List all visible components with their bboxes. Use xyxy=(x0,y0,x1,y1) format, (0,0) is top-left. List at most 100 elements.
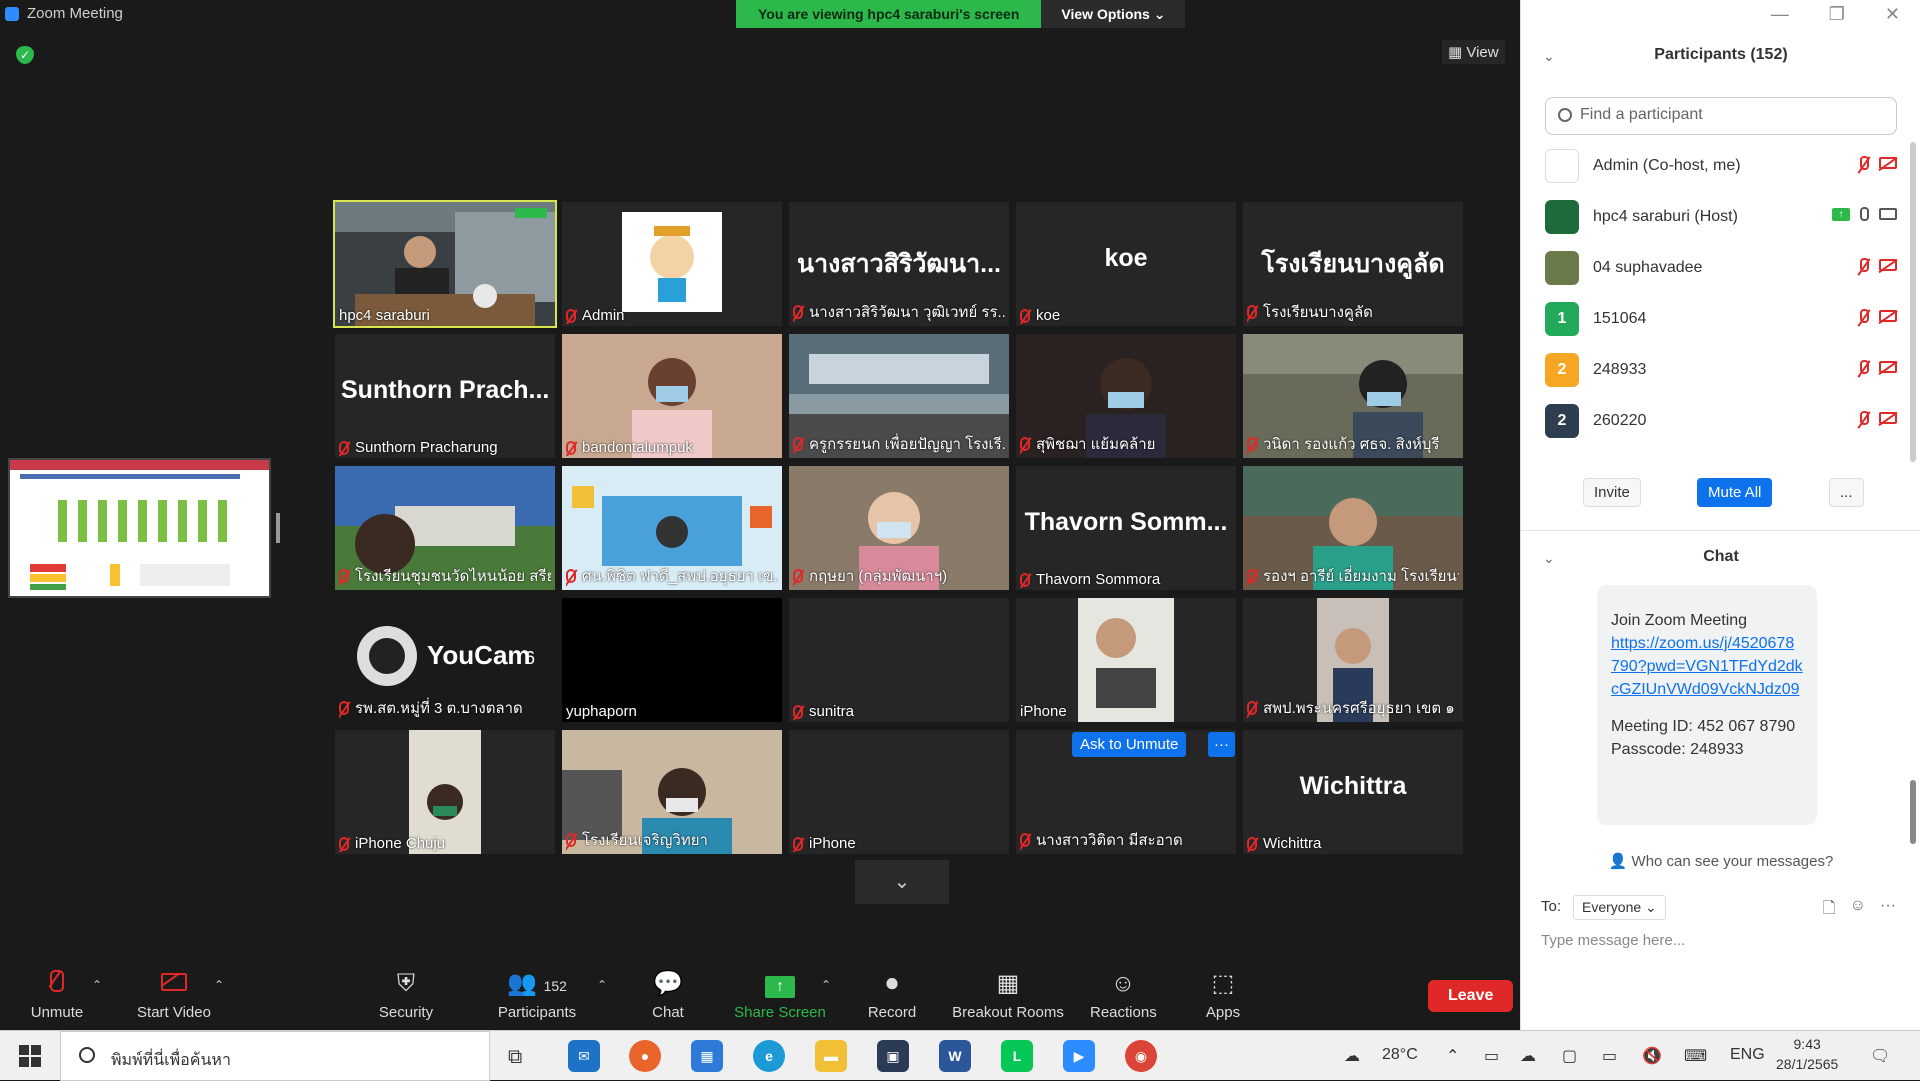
participants-button[interactable]: 👥 152 Participants xyxy=(496,970,578,1021)
tray-overflow-chevron-icon[interactable]: ⌃ xyxy=(1446,1046,1459,1066)
who-can-see-link[interactable]: 👤 Who can see your messages? xyxy=(1521,852,1920,870)
reactions-button[interactable]: ☺ Reactions xyxy=(1090,970,1157,1021)
store-app-icon[interactable]: ▦ xyxy=(691,1040,723,1072)
participant-video-tile[interactable]: iPhone xyxy=(1016,598,1236,722)
participant-video-tile[interactable]: YouCam 6 รพ.สต.หมู่ที่ 3 ต.บางตลาด xyxy=(335,598,555,722)
chrome-app-icon[interactable]: ◉ xyxy=(1125,1040,1157,1072)
participant-row[interactable]: 04 suphavadee xyxy=(1545,242,1897,293)
video-off-icon[interactable] xyxy=(1879,259,1897,271)
more-icon[interactable]: ··· xyxy=(1880,897,1896,924)
participant-row[interactable]: Admin (Co-host, me) xyxy=(1545,140,1897,191)
meeting-link[interactable]: https://zoom.us/j/4520678790?pwd=VGN1TFd… xyxy=(1611,632,1803,701)
breakout-rooms-button[interactable]: ▦ Breakout Rooms xyxy=(951,970,1065,1021)
share-screen-button[interactable]: ↑ Share Screen xyxy=(734,970,826,1021)
file-explorer-icon[interactable]: ▬ xyxy=(815,1040,847,1072)
video-options-caret-icon[interactable]: ⌃ xyxy=(214,978,224,992)
mic-muted-icon[interactable] xyxy=(1860,309,1869,323)
task-view-icon[interactable]: ⧉ xyxy=(508,1046,522,1069)
view-options-button[interactable]: View Options ⌄ xyxy=(1041,0,1186,28)
word-app-icon[interactable]: W xyxy=(939,1040,971,1072)
ask-to-unmute-button[interactable]: Ask to Unmute xyxy=(1072,732,1187,757)
apps-button[interactable]: ⬚ Apps xyxy=(1205,970,1241,1021)
leave-button[interactable]: Leave xyxy=(1428,980,1514,1012)
encryption-shield-icon[interactable]: ✓ xyxy=(16,46,34,64)
participants-more-button[interactable]: ... xyxy=(1829,478,1864,507)
chat-scrollbar[interactable] xyxy=(1910,780,1916,844)
chat-message-input[interactable]: Type message here... xyxy=(1541,932,1685,949)
participant-video-tile[interactable]: กฤษยา (กลุ่มพัฒนาฯ) xyxy=(789,466,1009,590)
display-icon[interactable]: ▢ xyxy=(1562,1046,1577,1066)
weather-icon[interactable]: ☁ xyxy=(1344,1046,1360,1066)
participant-video-tile[interactable]: iPhone Chuju xyxy=(335,730,555,854)
participant-video-tile[interactable]: สพป.พระนครศรีอยุธยา เขต ๑ xyxy=(1243,598,1463,722)
minimize-icon[interactable]: — xyxy=(1771,4,1789,25)
recipient-select[interactable]: Everyone ⌄ xyxy=(1573,895,1666,920)
video-off-icon[interactable] xyxy=(1879,361,1897,373)
participant-row[interactable]: hpc4 saraburi (Host) ↑ xyxy=(1545,191,1897,242)
participant-video-tile[interactable]: นางสาวสิริวัฒนา... นางสาวสิริวัฒนา วุฒิเว… xyxy=(789,202,1009,326)
participant-video-tile[interactable]: วนิดา รองแก้ว ศธจ. สิงห์บุรี xyxy=(1243,334,1463,458)
participant-video-tile[interactable]: Sunthorn Prach... Sunthorn Pracharung xyxy=(335,334,555,458)
participant-video-tile[interactable]: โรงเรียนเจริญวิทยา xyxy=(562,730,782,854)
video-icon[interactable] xyxy=(1879,208,1897,220)
view-layout-button[interactable]: ▦ View xyxy=(1442,40,1505,64)
chat-button[interactable]: 💬 Chat xyxy=(650,970,686,1021)
mic-muted-icon[interactable] xyxy=(1860,156,1869,170)
network-icon[interactable]: ☁ xyxy=(1520,1046,1536,1066)
meet-now-icon[interactable]: ▭ xyxy=(1484,1046,1499,1066)
firefox-app-icon[interactable]: ● xyxy=(629,1040,661,1072)
file-icon[interactable]: 🗋 xyxy=(1823,897,1836,924)
next-page-chevron-icon[interactable]: ⌄ xyxy=(855,860,949,904)
zoom-taskbar-icon[interactable]: ▶ xyxy=(1063,1040,1095,1072)
tile-more-button[interactable]: ··· xyxy=(1208,732,1235,757)
participant-video-tile[interactable]: iPhone xyxy=(789,730,1009,854)
mic-muted-icon[interactable] xyxy=(1860,360,1869,374)
language-indicator[interactable]: ENG xyxy=(1730,1046,1765,1064)
unmute-button[interactable]: Unmute xyxy=(30,970,84,1021)
emoji-icon[interactable]: ☺ xyxy=(1850,897,1866,924)
participant-video-tile[interactable]: ครูกรรยนก เพื่อยปัญญา โรงเรี... xyxy=(789,334,1009,458)
restore-icon[interactable]: ❐ xyxy=(1829,4,1845,25)
taskbar-search-input[interactable]: พิมพ์ที่นี่เพื่อค้นหา xyxy=(60,1031,490,1081)
participant-row[interactable]: 2 248933 xyxy=(1545,344,1897,395)
audio-options-caret-icon[interactable]: ⌃ xyxy=(92,978,102,992)
participant-video-tile[interactable]: sunitra xyxy=(789,598,1009,722)
windows-start-icon[interactable] xyxy=(19,1045,41,1067)
mail-app-icon[interactable]: ✉ xyxy=(568,1040,600,1072)
participant-video-tile[interactable]: โรงเรียนชุมชนวัดไหนน้อย สรีย... xyxy=(335,466,555,590)
screen-app-icon[interactable]: ▣ xyxy=(877,1040,909,1072)
mic-muted-icon[interactable] xyxy=(1860,258,1869,272)
participant-video-tile[interactable]: ศน.พิชิต ฟาดี_สพป.อยุธยา เข... xyxy=(562,466,782,590)
volume-muted-icon[interactable]: 🔇 xyxy=(1642,1046,1662,1066)
video-off-icon[interactable] xyxy=(1879,310,1897,322)
participant-search-input[interactable]: Find a participant xyxy=(1545,97,1897,135)
participant-video-tile[interactable]: Ask to Unmute ··· นางสาววิติดา มีสะอาด xyxy=(1016,730,1236,854)
close-icon[interactable]: ✕ xyxy=(1885,4,1900,25)
participant-video-tile[interactable]: hpc4 saraburi xyxy=(333,200,557,328)
participants-caret-icon[interactable]: ⌃ xyxy=(597,978,607,992)
line-app-icon[interactable]: L xyxy=(1001,1040,1033,1072)
taskbar-clock[interactable]: 9:43 28/1/2565 xyxy=(1776,1034,1838,1074)
keyboard-icon[interactable]: ⌨ xyxy=(1684,1046,1707,1066)
mic-muted-icon[interactable] xyxy=(1860,411,1869,425)
battery-icon[interactable]: ▭ xyxy=(1602,1046,1617,1066)
participant-video-tile[interactable]: สุพิชฌา แย้มคล้าย xyxy=(1016,334,1236,458)
share-options-caret-icon[interactable]: ⌃ xyxy=(821,978,831,992)
notifications-icon[interactable]: 🗨 xyxy=(1870,1046,1890,1066)
participant-row[interactable]: 2 260220 xyxy=(1545,395,1897,446)
mic-icon[interactable] xyxy=(1860,207,1869,221)
security-button[interactable]: ⛨ Security xyxy=(378,970,434,1021)
start-video-button[interactable]: Start Video xyxy=(134,970,214,1021)
participant-row[interactable]: 1 151064 xyxy=(1545,293,1897,344)
participant-video-tile[interactable]: yuphaporn xyxy=(562,598,782,722)
shared-screen-thumbnail[interactable] xyxy=(8,458,271,598)
video-off-icon[interactable] xyxy=(1879,157,1897,169)
edge-app-icon[interactable]: e xyxy=(753,1040,785,1072)
participant-list-scrollbar[interactable] xyxy=(1910,142,1916,462)
participant-video-tile[interactable]: koe koe xyxy=(1016,202,1236,326)
thumbnail-resize-handle[interactable] xyxy=(276,513,280,543)
participant-video-tile[interactable]: Thavorn Somm... Thavorn Sommora xyxy=(1016,466,1236,590)
video-off-icon[interactable] xyxy=(1879,412,1897,424)
invite-button[interactable]: Invite xyxy=(1583,478,1641,507)
participant-video-tile[interactable]: bandontalumpuk xyxy=(562,334,782,458)
